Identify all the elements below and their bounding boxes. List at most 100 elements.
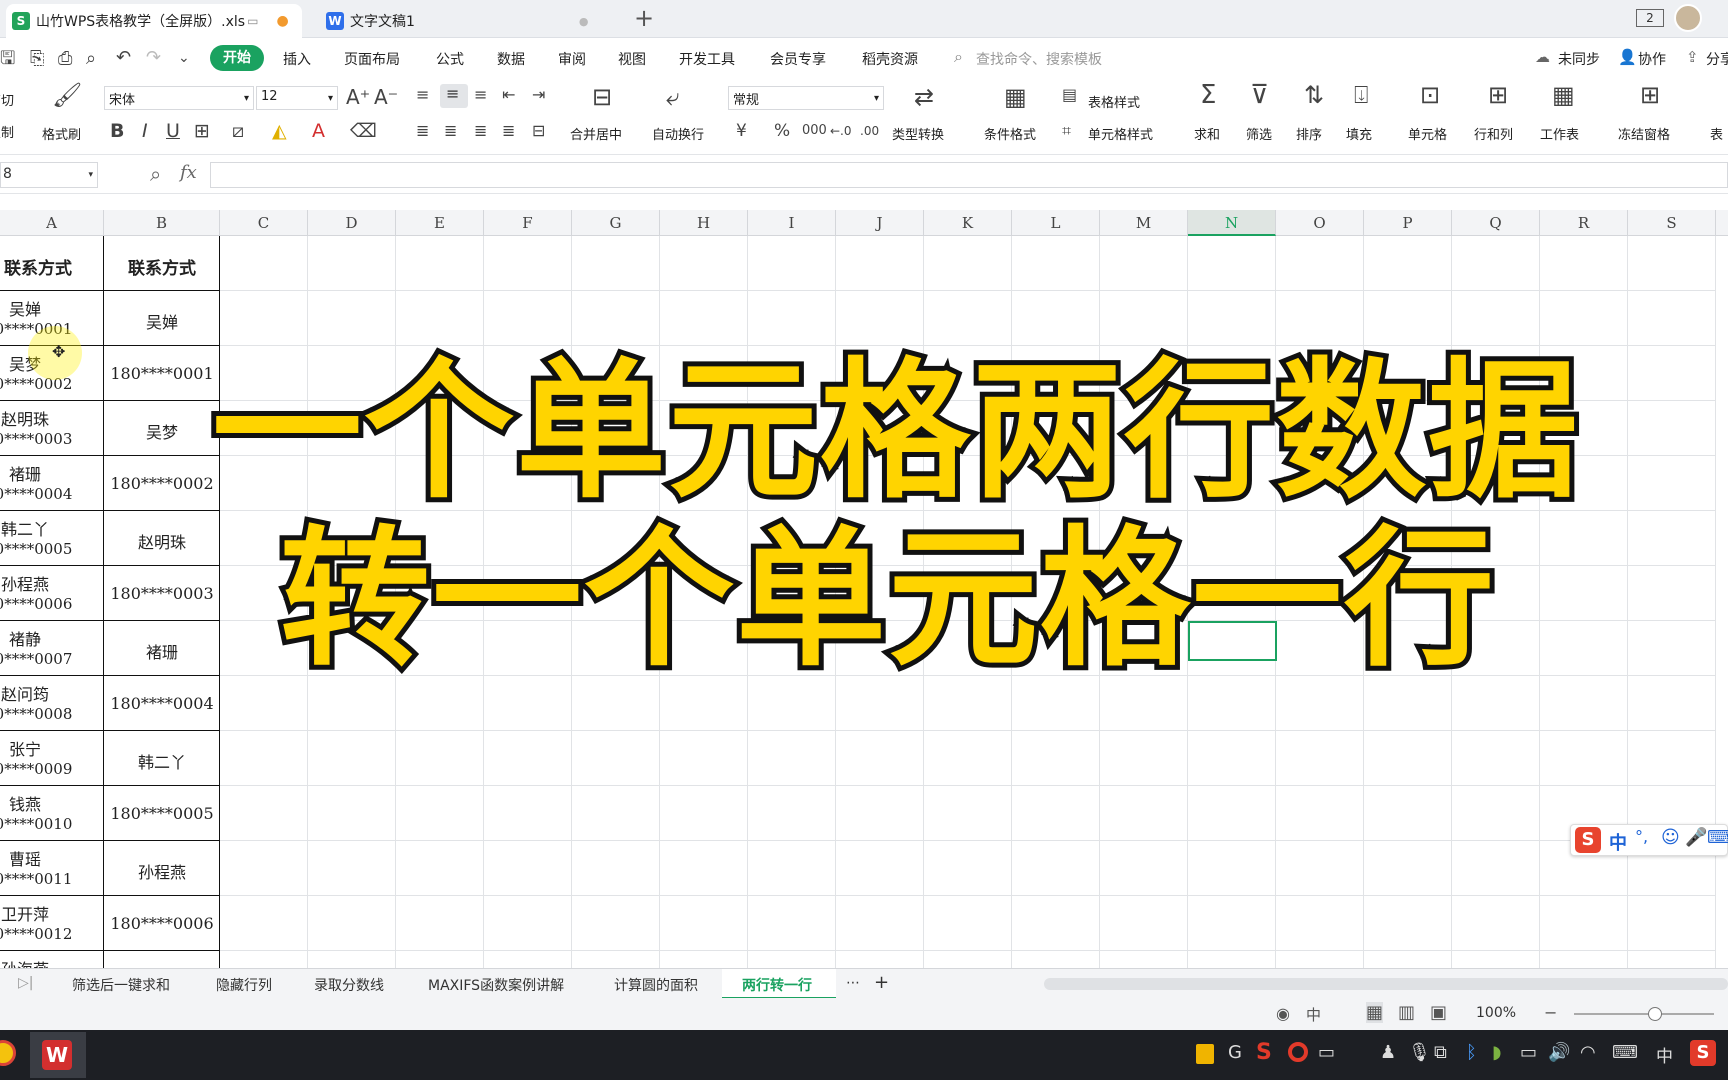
grid-cell[interactable]	[1012, 841, 1100, 896]
font-size-select[interactable]: 12 ▾	[256, 86, 338, 110]
sync-status[interactable]: 未同步	[1558, 49, 1600, 69]
grid-cell[interactable]	[1452, 786, 1540, 841]
grid-cell[interactable]	[660, 291, 748, 346]
grid-cell[interactable]	[1012, 731, 1100, 786]
column-header-n[interactable]: N	[1188, 210, 1276, 236]
column-header-j[interactable]: J	[836, 210, 924, 236]
italic-icon[interactable]: I	[142, 120, 148, 142]
grid-cell[interactable]	[484, 236, 572, 291]
grid-cell[interactable]	[484, 951, 572, 968]
keyboard-icon[interactable]: ⌨	[1707, 827, 1728, 848]
redo-icon[interactable]: ↷	[146, 47, 161, 69]
cell-button[interactable]: 单元格	[1408, 124, 1447, 143]
decrease-decimal-icon[interactable]: .00	[860, 120, 879, 142]
menu-page-layout[interactable]: 页面布局	[344, 49, 400, 69]
fx-icon[interactable]: fx	[180, 162, 197, 183]
formula-input[interactable]	[210, 162, 1728, 188]
fill-color-icon[interactable]: ◭	[272, 120, 287, 142]
conditional-format-button[interactable]: 条件格式	[984, 124, 1036, 143]
zoom-slider-handle[interactable]	[1648, 1007, 1662, 1021]
add-sheet-icon[interactable]: +	[874, 972, 889, 993]
grid-cell[interactable]	[1100, 786, 1188, 841]
grid-cell[interactable]	[748, 731, 836, 786]
underline-icon[interactable]: U	[166, 120, 180, 142]
border-icon[interactable]: ⊞	[194, 120, 210, 142]
grid-cell[interactable]	[1188, 786, 1276, 841]
grid-cell[interactable]	[1188, 896, 1276, 951]
zoom-lens-icon[interactable]: ⌕	[150, 162, 161, 186]
grid-cell[interactable]	[660, 731, 748, 786]
normal-view-icon[interactable]: ▦	[1366, 1002, 1384, 1023]
grid-cell[interactable]	[220, 786, 308, 841]
grid-cell[interactable]	[1628, 676, 1716, 731]
percent-icon[interactable]: %	[774, 120, 790, 142]
align-top-icon[interactable]: ≡	[416, 84, 429, 106]
grid-cell[interactable]	[924, 841, 1012, 896]
wifi-icon[interactable]: ◠	[1580, 1042, 1596, 1063]
grid-cell[interactable]	[1100, 236, 1188, 291]
grid-cell[interactable]	[308, 896, 396, 951]
chat-icon[interactable]: ▭	[1318, 1042, 1335, 1063]
menu-review[interactable]: 审阅	[558, 49, 586, 69]
grid-cell[interactable]	[1628, 511, 1716, 566]
grid-cell[interactable]	[1628, 731, 1716, 786]
page-layout-view-icon[interactable]: ▥	[1398, 1002, 1415, 1023]
sogou-tray-icon[interactable]: S	[1256, 1040, 1272, 1065]
grid-cell[interactable]	[308, 841, 396, 896]
grid-cell[interactable]	[308, 731, 396, 786]
grid-cell[interactable]	[1276, 896, 1364, 951]
grid-cell[interactable]	[748, 786, 836, 841]
menu-developer[interactable]: 开发工具	[679, 49, 735, 69]
indent-increase-icon[interactable]: ⇥	[532, 84, 545, 106]
sheet-tab-2[interactable]: 录取分数线	[314, 975, 384, 995]
grid-cell[interactable]	[1628, 566, 1716, 621]
grid-cell[interactable]	[1188, 951, 1276, 968]
column-header-r[interactable]: R	[1540, 210, 1628, 236]
grid-cell[interactable]	[220, 896, 308, 951]
grid-cell[interactable]	[484, 731, 572, 786]
grid-cell[interactable]	[1540, 731, 1628, 786]
grid-cell[interactable]	[396, 896, 484, 951]
table-style-button[interactable]: 表格样式	[1088, 92, 1140, 111]
align-center-icon[interactable]: ≣	[444, 120, 457, 142]
column-header-b[interactable]: B	[104, 210, 220, 236]
mic-tray-icon[interactable]: 🎙	[1408, 1042, 1431, 1063]
grid-cell[interactable]	[660, 236, 748, 291]
grid-cell[interactable]	[1628, 456, 1716, 511]
grid-cell[interactable]	[1540, 621, 1628, 676]
number-format-select[interactable]: 常规 ▾	[728, 86, 884, 110]
column-header-m[interactable]: M	[1100, 210, 1188, 236]
g-app-icon[interactable]: G	[1228, 1042, 1242, 1063]
grid-cell[interactable]	[1276, 786, 1364, 841]
grid-cell[interactable]	[1452, 896, 1540, 951]
share-button[interactable]: 分享	[1706, 49, 1728, 69]
column-header-k[interactable]: K	[924, 210, 1012, 236]
sogou-taskbar-icon[interactable]: S	[1690, 1040, 1716, 1066]
grid-cell[interactable]	[484, 786, 572, 841]
grid-cell[interactable]	[660, 841, 748, 896]
menu-docer[interactable]: 稻壳资源	[862, 49, 918, 69]
copy-button[interactable]: 复制	[0, 122, 14, 141]
column-header-l[interactable]: L	[1012, 210, 1100, 236]
cut-button[interactable]: 剪切	[0, 90, 14, 109]
grid-cell[interactable]	[1452, 291, 1540, 346]
page-break-view-icon[interactable]: ▣	[1430, 1002, 1447, 1023]
save-icon[interactable]: 🖫	[0, 48, 15, 70]
grid-cell[interactable]	[1012, 291, 1100, 346]
close-icon[interactable]: ●	[579, 15, 589, 28]
indent-decrease-icon[interactable]: ⇤	[502, 84, 515, 106]
wrap-text-button[interactable]: 自动换行	[652, 124, 704, 143]
sheet-tab-3[interactable]: MAXIFS函数案例讲解	[428, 975, 564, 995]
qq-icon[interactable]: ♟	[1380, 1042, 1396, 1063]
grid-cell[interactable]	[1628, 951, 1716, 968]
align-left-icon[interactable]: ≣	[416, 120, 429, 142]
grid-cell[interactable]	[1540, 676, 1628, 731]
chrome-icon[interactable]	[0, 1040, 16, 1066]
grid-cell[interactable]	[1540, 566, 1628, 621]
name-box[interactable]: 8 ▾	[0, 162, 98, 188]
grid-cell[interactable]	[748, 236, 836, 291]
menu-formula[interactable]: 公式	[436, 49, 464, 69]
align-bottom-icon[interactable]: ≡	[474, 84, 487, 106]
zoom-level[interactable]: 100%	[1476, 1005, 1516, 1021]
column-header-s[interactable]: S	[1628, 210, 1716, 236]
